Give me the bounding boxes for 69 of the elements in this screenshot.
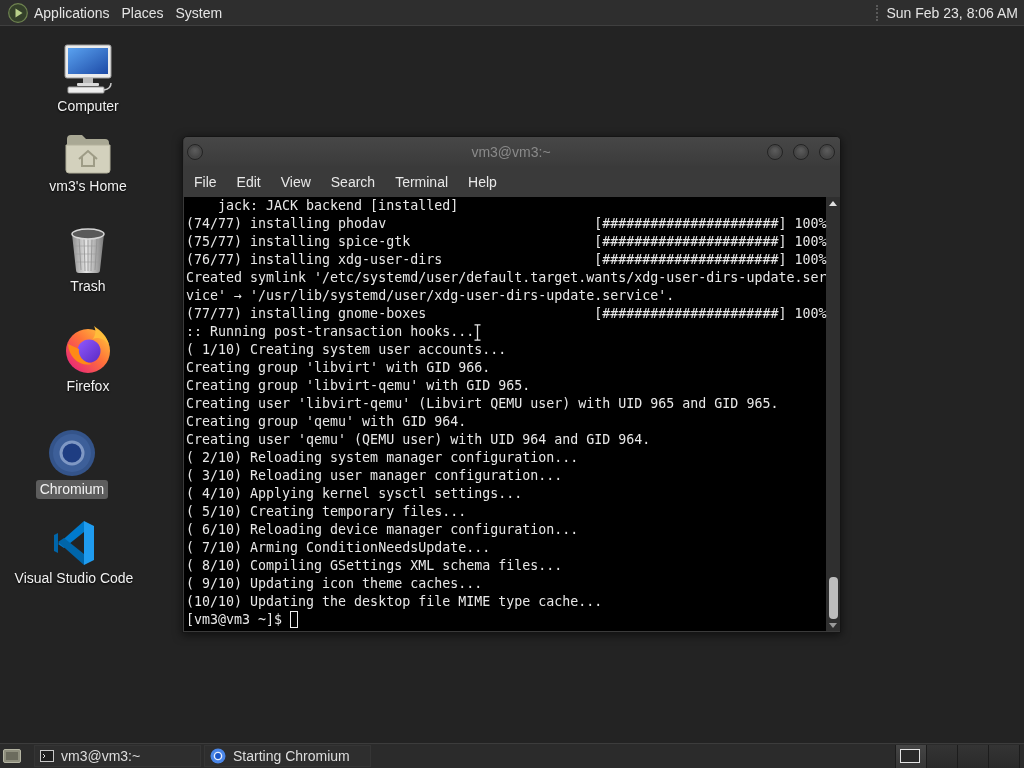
text-cursor-icon <box>474 324 481 341</box>
menu-item[interactable]: View <box>270 168 321 195</box>
progress-percent: 100% <box>794 305 827 323</box>
monitor-icon[interactable] <box>62 44 114 94</box>
chromium-icon <box>210 748 226 764</box>
menu-logo-icon[interactable] <box>8 2 28 23</box>
terminal-line: ( 4/10) Applying kernel sysctl settings... <box>186 485 523 503</box>
scrollbar-thumb[interactable] <box>828 577 838 619</box>
progress-hashes: [######################] <box>594 305 787 323</box>
progress-hashes: [######################] <box>594 215 787 233</box>
terminal-line: Creating group 'qemu' with GID 964. <box>186 413 467 431</box>
menu-item[interactable]: Edit <box>226 168 271 195</box>
desktop-icon-label[interactable]: Computer <box>53 97 123 116</box>
terminal-line: Creating group 'libvirt' with GID 966. <box>186 359 491 377</box>
clock: Sun Feb 23, 8:06 AM <box>886 4 1019 21</box>
panel-menu[interactable]: System <box>169 0 229 25</box>
progress-percent: 100% <box>794 215 827 233</box>
terminal-line: Creating group 'libvirt-qemu' with GID 965. <box>186 377 531 395</box>
menu-item[interactable]: File <box>184 168 227 195</box>
trash-bin-icon[interactable] <box>69 226 107 274</box>
block-cursor-icon <box>290 611 299 628</box>
terminal-line: vice' → '/usr/lib/systemd/user/xdg-user-dirs-update.service'. <box>186 287 675 305</box>
window-thumbnail-icon <box>900 749 920 763</box>
terminal-line: Creating user 'qemu' (QEMU user) with UID 964 and GID 964. <box>186 431 651 449</box>
scroll-down-icon[interactable] <box>829 623 837 628</box>
terminal-line: (74/77) installing phodav <box>186 216 387 231</box>
terminal-line: jack: JACK backend [installed] <box>217 197 459 215</box>
firefox-icon[interactable] <box>64 324 112 374</box>
show-desktop-icon[interactable] <box>3 748 21 764</box>
progress-percent: 100% <box>794 233 827 251</box>
chromium-icon[interactable] <box>48 429 96 477</box>
terminal-line: (10/10) Updating the desktop file MIME type cache... <box>186 593 603 611</box>
terminal-line: ( 9/10) Updating icon theme caches... <box>186 575 483 593</box>
panel-menu[interactable]: Applications <box>28 0 116 25</box>
terminal-line: ( 3/10) Reloading user manager configuration... <box>186 467 563 485</box>
terminal-line: ( 6/10) Reloading device manager configuration... <box>186 521 579 539</box>
terminal-line: ( 8/10) Compiling GSettings XML schema files... <box>186 557 563 575</box>
terminal-line: ( 7/10) Arming ConditionNeedsUpdate... <box>186 539 491 557</box>
terminal-line: :: Running post-transaction hooks... <box>186 323 475 341</box>
home-folder-icon[interactable] <box>65 132 111 174</box>
taskbar-button[interactable]: Starting Chromium <box>204 745 371 767</box>
terminal-line: ( 1/10) Creating system user accounts... <box>186 341 507 359</box>
window-title: vm3@vm3:~ <box>471 143 551 160</box>
desktop-icon-label[interactable]: Chromium <box>35 480 109 499</box>
desktop-icon-label[interactable]: Visual Studio Code <box>10 569 138 588</box>
desktop-icon-label[interactable]: vm3's Home <box>45 177 131 196</box>
terminal-line: ( 5/10) Creating temporary files... <box>186 503 467 521</box>
menu-item[interactable]: Terminal <box>385 168 459 195</box>
terminal-line: (75/77) installing spice-gtk <box>186 234 411 249</box>
terminal-icon <box>40 750 54 762</box>
terminal-line: ( 2/10) Reloading system manager configuration... <box>186 449 579 467</box>
desktop-icon-label[interactable]: Trash <box>66 277 110 296</box>
menu-item[interactable]: Search <box>320 168 386 195</box>
taskbar-button[interactable]: vm3@vm3:~ <box>34 745 201 767</box>
workspace-button[interactable] <box>896 744 926 768</box>
menu-item[interactable]: Help <box>458 168 507 195</box>
panel-menu[interactable]: Places <box>115 0 170 25</box>
terminal-line: (76/77) installing xdg-user-dirs <box>186 252 443 267</box>
scroll-up-icon[interactable] <box>829 201 837 206</box>
terminal-line: (77/77) installing gnome-boxes <box>186 306 427 321</box>
desktop-icon-label[interactable]: Firefox <box>62 377 114 396</box>
progress-hashes: [######################] <box>594 233 787 251</box>
vscode-icon[interactable] <box>52 520 96 566</box>
scrollbar[interactable] <box>826 197 840 631</box>
terminal-line: Creating user 'libvirt-qemu' (Libvirt QEMU user) with UID 965 and GID 965. <box>186 395 779 413</box>
progress-percent: 100% <box>794 251 827 269</box>
terminal-line: Created symlink '/etc/systemd/user/default.target.wants/xdg-user-dirs-update.ser <box>186 269 827 287</box>
progress-hashes: [######################] <box>594 251 787 269</box>
shell-prompt: [vm3@vm3 ~]$ <box>186 611 283 629</box>
